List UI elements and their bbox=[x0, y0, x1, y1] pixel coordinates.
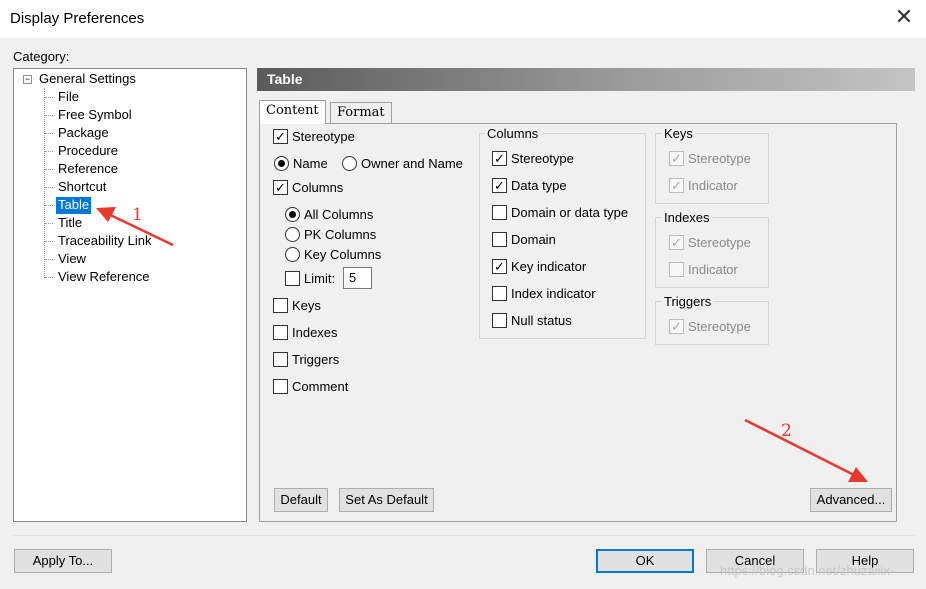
stereotype-checkbox[interactable]: ✓ bbox=[273, 129, 288, 144]
col-key-indicator-checkbox[interactable]: ✓ bbox=[492, 259, 507, 274]
col-index-indicator-label: Index indicator bbox=[511, 286, 596, 301]
close-icon[interactable]: ✕ bbox=[893, 6, 915, 30]
columns-label: Columns bbox=[292, 180, 344, 195]
pane-title: Table bbox=[257, 68, 915, 91]
tree-item-package[interactable]: Package bbox=[56, 125, 111, 142]
arrow-2-label: 2 bbox=[781, 421, 792, 441]
pk-columns-label: PK Columns bbox=[304, 227, 377, 242]
name-radio-label: Name bbox=[293, 156, 328, 171]
keys-checkbox[interactable] bbox=[273, 298, 288, 313]
tree-item-file[interactable]: File bbox=[56, 89, 81, 106]
all-columns-label: All Columns bbox=[304, 207, 374, 222]
limit-input[interactable]: 5 bbox=[343, 267, 372, 289]
keys-stereotype-label: Stereotype bbox=[688, 151, 751, 166]
keys-indicator-checkbox: ✓ bbox=[669, 178, 684, 193]
comment-label: Comment bbox=[292, 379, 349, 394]
tree-line bbox=[44, 88, 45, 278]
indexes-checkbox[interactable] bbox=[273, 325, 288, 340]
tree-item-reference[interactable]: Reference bbox=[56, 161, 120, 178]
col-null-status-checkbox[interactable] bbox=[492, 313, 507, 328]
col-index-indicator-checkbox[interactable] bbox=[492, 286, 507, 301]
pk-columns-radio[interactable] bbox=[285, 227, 300, 242]
col-domain-or-data-type-label: Domain or data type bbox=[511, 205, 629, 220]
col-stereotype-label: Stereotype bbox=[511, 151, 574, 166]
tree-item-shortcut[interactable]: Shortcut bbox=[56, 179, 108, 196]
limit-checkbox[interactable] bbox=[285, 271, 300, 286]
indexes-group bbox=[655, 217, 769, 288]
col-null-status-label: Null status bbox=[511, 313, 572, 328]
indexes-indicator-checkbox bbox=[669, 262, 684, 277]
columns-checkbox[interactable]: ✓ bbox=[273, 180, 288, 195]
limit-label: Limit: bbox=[304, 271, 336, 286]
all-columns-radio[interactable] bbox=[285, 207, 300, 222]
advanced-button[interactable]: Advanced... bbox=[810, 488, 892, 512]
tree-item-view[interactable]: View bbox=[56, 251, 88, 268]
tree-item-title[interactable]: Title bbox=[56, 215, 84, 232]
default-button[interactable]: Default bbox=[274, 488, 328, 512]
indexes-group-title: Indexes bbox=[662, 210, 712, 225]
comment-checkbox[interactable] bbox=[273, 379, 288, 394]
tree-item-free-symbol[interactable]: Free Symbol bbox=[56, 107, 134, 124]
set-as-default-button[interactable]: Set As Default bbox=[339, 488, 434, 512]
tree-item-view-reference[interactable]: View Reference bbox=[56, 269, 152, 286]
footer-separator bbox=[13, 535, 915, 536]
tree-item-table[interactable]: Table bbox=[56, 197, 92, 214]
tab-format[interactable]: Format bbox=[330, 102, 392, 124]
arrow-1-label: 1 bbox=[132, 205, 143, 225]
keys-stereotype-checkbox: ✓ bbox=[669, 151, 684, 166]
col-domain-label: Domain bbox=[511, 232, 556, 247]
col-key-indicator-label: Key indicator bbox=[511, 259, 587, 274]
category-label: Category: bbox=[13, 49, 70, 64]
stereotype-label: Stereotype bbox=[292, 129, 355, 144]
apply-to-button[interactable]: Apply To... bbox=[14, 549, 112, 573]
collapse-icon[interactable]: − bbox=[23, 75, 32, 84]
triggers-group-title: Triggers bbox=[662, 294, 714, 309]
col-data-type-checkbox[interactable]: ✓ bbox=[492, 178, 507, 193]
triggers-stereotype-checkbox: ✓ bbox=[669, 319, 684, 334]
category-tree[interactable]: − General Settings File Free Symbol Pack… bbox=[13, 68, 247, 522]
owner-and-name-radio[interactable] bbox=[342, 156, 357, 171]
key-columns-radio[interactable] bbox=[285, 247, 300, 262]
indexes-stereotype-checkbox: ✓ bbox=[669, 235, 684, 250]
ok-button[interactable]: OK bbox=[596, 549, 694, 573]
indexes-indicator-label: Indicator bbox=[688, 262, 738, 277]
triggers-stereotype-label: Stereotype bbox=[688, 319, 751, 334]
triggers-checkbox[interactable] bbox=[273, 352, 288, 367]
keys-label: Keys bbox=[292, 298, 321, 313]
col-domain-checkbox[interactable] bbox=[492, 232, 507, 247]
triggers-label: Triggers bbox=[292, 352, 340, 367]
indexes-label: Indexes bbox=[292, 325, 338, 340]
key-columns-label: Key Columns bbox=[304, 247, 382, 262]
watermark-text: https://blog.csdn.net/zhuzaiiix bbox=[720, 563, 890, 578]
keys-group bbox=[655, 133, 769, 204]
indexes-stereotype-label: Stereotype bbox=[688, 235, 751, 250]
name-radio[interactable] bbox=[274, 156, 289, 171]
keys-indicator-label: Indicator bbox=[688, 178, 738, 193]
col-stereotype-checkbox[interactable]: ✓ bbox=[492, 151, 507, 166]
tree-item-traceability-link[interactable]: Traceability Link bbox=[56, 233, 153, 250]
tab-content[interactable]: Content bbox=[259, 100, 326, 124]
columns-group-title: Columns bbox=[485, 126, 541, 141]
col-domain-or-data-type-checkbox[interactable] bbox=[492, 205, 507, 220]
keys-group-title: Keys bbox=[662, 126, 695, 141]
tree-item-procedure[interactable]: Procedure bbox=[56, 143, 120, 160]
window-title: Display Preferences bbox=[10, 10, 145, 27]
owner-and-name-label: Owner and Name bbox=[361, 156, 463, 171]
tree-root-general-settings[interactable]: General Settings bbox=[37, 71, 138, 88]
col-data-type-label: Data type bbox=[511, 178, 567, 193]
